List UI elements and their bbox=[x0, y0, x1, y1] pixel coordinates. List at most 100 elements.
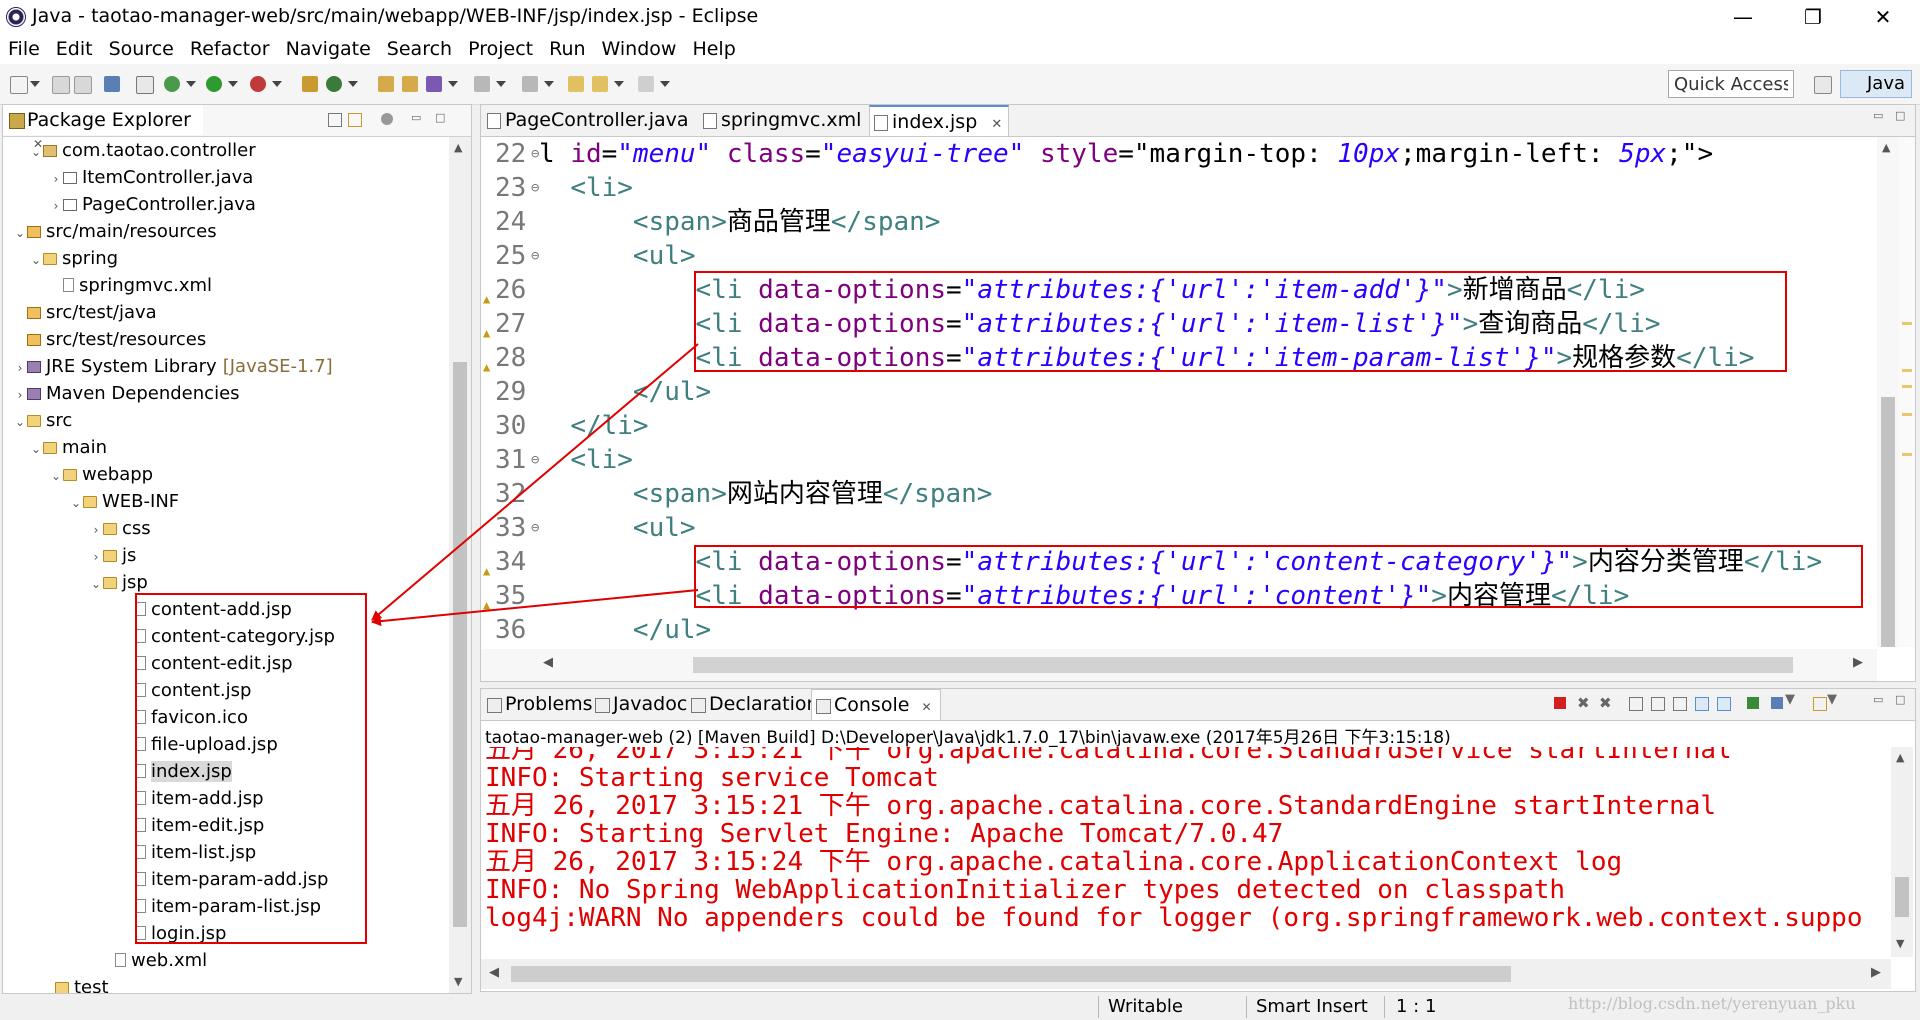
collapse-all-icon[interactable] bbox=[328, 113, 342, 127]
console-scroll-thumb[interactable] bbox=[1895, 877, 1909, 917]
tree-item[interactable]: ⌄ src bbox=[13, 407, 72, 434]
code-line[interactable]: 25 ⊖ <ul> bbox=[481, 239, 1881, 273]
minimize-console-icon[interactable]: ▭ bbox=[1873, 693, 1883, 706]
view-menu-icon[interactable] bbox=[381, 113, 393, 125]
console-hscroll-thumb[interactable] bbox=[511, 966, 1511, 982]
scroll-down-icon[interactable]: ▼ bbox=[1896, 937, 1904, 950]
code-line[interactable]: ▲ 34 <li data-options="attributes:{'url':… bbox=[481, 545, 1881, 579]
scroll-left-icon[interactable]: ◀ bbox=[489, 965, 499, 980]
close-tab-icon[interactable]: ✕ bbox=[991, 117, 1002, 132]
menu-project[interactable]: Project bbox=[460, 34, 541, 60]
collapse-toggle-icon[interactable]: › bbox=[13, 355, 27, 382]
remove-all-terminated-icon[interactable]: ✖ bbox=[1599, 694, 1612, 712]
collapse-toggle-icon[interactable]: › bbox=[13, 382, 27, 409]
menu-navigate[interactable]: Navigate bbox=[278, 34, 379, 60]
minimize-editor-icon[interactable]: ▭ bbox=[1873, 109, 1883, 122]
java-perspective-button[interactable]: Java bbox=[1840, 70, 1912, 98]
tree-item[interactable]: item-list.jsp bbox=[121, 839, 256, 866]
editor-horizontal-scrollbar[interactable]: ◀ ▶ bbox=[481, 649, 1877, 681]
run-dropdown-icon[interactable] bbox=[228, 81, 238, 87]
new-class-icon[interactable] bbox=[326, 76, 342, 92]
next-annotation-icon[interactable] bbox=[474, 76, 490, 92]
tree-item[interactable]: ⌄ com.taotao.controller bbox=[29, 137, 256, 164]
open-console-icon[interactable] bbox=[1813, 697, 1827, 711]
expand-toggle-icon[interactable]: ⌄ bbox=[13, 409, 27, 436]
tree-item[interactable]: › Maven Dependencies bbox=[13, 380, 240, 407]
expand-toggle-icon[interactable]: ⌄ bbox=[29, 139, 43, 166]
back-icon[interactable] bbox=[592, 76, 608, 92]
show-on-stdout-icon[interactable] bbox=[1695, 697, 1709, 711]
tab-declaration[interactable]: Declaration bbox=[687, 689, 819, 720]
code-line[interactable]: 30 </li> bbox=[481, 409, 1881, 443]
clear-console-icon[interactable] bbox=[1629, 697, 1643, 711]
editor-scroll-thumb[interactable] bbox=[1881, 397, 1895, 647]
editor-vertical-scrollbar[interactable]: ▲ bbox=[1877, 137, 1899, 647]
close-window-button[interactable]: ✕ bbox=[1858, 2, 1908, 32]
terminate-icon[interactable] bbox=[1554, 697, 1566, 709]
tree-item[interactable]: ⌄ main bbox=[29, 434, 107, 461]
menu-source[interactable]: Source bbox=[101, 34, 182, 60]
external-tools-icon[interactable] bbox=[250, 76, 266, 92]
tree-item[interactable]: › PageController.java bbox=[49, 191, 256, 218]
editor-tab-pagecontroller[interactable]: PageController.java bbox=[483, 105, 689, 136]
menu-window[interactable]: Window bbox=[594, 34, 685, 60]
code-line[interactable]: 24 <span>商品管理</span> bbox=[481, 205, 1881, 239]
editor-tab-index-jsp[interactable]: index.jsp ✕ bbox=[869, 105, 1009, 136]
console-output[interactable]: 五月 26, 2017 3:15:21 下午 org.apache.catali… bbox=[481, 747, 1881, 953]
tree-item[interactable]: web.xml bbox=[101, 947, 207, 974]
last-edit-location-icon[interactable] bbox=[568, 76, 584, 92]
scroll-lock-icon[interactable] bbox=[1651, 697, 1665, 711]
tree-item[interactable]: ⌄ spring bbox=[29, 245, 118, 272]
collapse-toggle-icon[interactable]: › bbox=[49, 193, 63, 220]
warning-marker[interactable] bbox=[1902, 369, 1912, 372]
open-task-icon[interactable] bbox=[402, 76, 418, 92]
code-line[interactable]: 31 ⊖ <li> bbox=[481, 443, 1881, 477]
scroll-up-icon[interactable]: ▲ bbox=[1896, 751, 1904, 764]
close-console-tab-icon[interactable]: ✕ bbox=[921, 700, 931, 714]
scroll-up-icon[interactable]: ▲ bbox=[454, 141, 462, 154]
forward-icon[interactable] bbox=[638, 76, 654, 92]
code-line[interactable]: 36 </ul> bbox=[481, 613, 1881, 647]
external-tools-dropdown-icon[interactable] bbox=[272, 81, 282, 87]
link-with-editor-icon[interactable] bbox=[348, 113, 362, 127]
tree-item[interactable]: springmvc.xml bbox=[49, 272, 212, 299]
expand-toggle-icon[interactable]: ⌄ bbox=[13, 220, 27, 247]
tree-item[interactable]: item-param-list.jsp bbox=[121, 893, 321, 920]
tree-item[interactable]: src/test/java bbox=[13, 299, 157, 326]
warning-marker[interactable] bbox=[1902, 453, 1912, 456]
pin-console-icon[interactable] bbox=[1747, 697, 1759, 709]
show-on-stderr-icon[interactable] bbox=[1717, 697, 1731, 711]
tree-item[interactable]: item-add.jsp bbox=[121, 785, 264, 812]
scroll-down-icon[interactable]: ▼ bbox=[454, 975, 462, 988]
search-dropdown-icon[interactable] bbox=[448, 81, 458, 87]
restore-button[interactable]: ❐ bbox=[1788, 2, 1838, 32]
tree-item[interactable]: › JRE System Library [JavaSE-1.7] bbox=[13, 353, 333, 380]
editor-tab-springmvc[interactable]: springmvc.xml bbox=[699, 105, 861, 136]
tree-item[interactable]: src/test/resources bbox=[13, 326, 206, 353]
menu-run[interactable]: Run bbox=[541, 34, 593, 60]
tree-item[interactable]: ⌄ WEB-INF bbox=[69, 488, 179, 515]
code-line[interactable]: 22 ⊖ l id="menu" class="easyui-tree" style… bbox=[481, 137, 1881, 171]
tree-item[interactable]: content-edit.jsp bbox=[121, 650, 293, 677]
remove-launch-icon[interactable]: ✖ bbox=[1577, 694, 1590, 712]
menu-edit[interactable]: Edit bbox=[48, 34, 101, 60]
code-line[interactable]: 32 <span>网站内容管理</span> bbox=[481, 477, 1881, 511]
tree-item[interactable]: index.jsp bbox=[121, 758, 232, 785]
maximize-console-icon[interactable]: □ bbox=[1895, 693, 1905, 706]
expand-toggle-icon[interactable]: ⌄ bbox=[49, 463, 63, 490]
maximize-editor-icon[interactable]: □ bbox=[1895, 109, 1905, 122]
open-type-icon[interactable] bbox=[378, 76, 394, 92]
expand-toggle-icon[interactable]: ⌄ bbox=[69, 490, 83, 517]
code-line[interactable]: ▲ 35 <li data-options="attributes:{'url':… bbox=[481, 579, 1881, 613]
code-line[interactable]: ▲ 26 <li data-options="attributes:{'url':… bbox=[481, 273, 1881, 307]
scroll-right-icon[interactable]: ▶ bbox=[1853, 655, 1863, 670]
tree-item[interactable]: test bbox=[41, 974, 109, 993]
save-all-icon[interactable] bbox=[74, 76, 92, 94]
tree-item[interactable]: login.jsp bbox=[121, 920, 226, 947]
package-explorer-scrollbar[interactable]: ▲ ▼ bbox=[449, 137, 471, 993]
minimize-view-icon[interactable]: ▭ bbox=[411, 111, 421, 124]
tab-problems[interactable]: Problems bbox=[483, 689, 593, 720]
code-line[interactable]: 29 </ul> bbox=[481, 375, 1881, 409]
terminal-icon[interactable] bbox=[104, 76, 120, 92]
tab-console[interactable]: Console ✕ bbox=[811, 689, 941, 720]
